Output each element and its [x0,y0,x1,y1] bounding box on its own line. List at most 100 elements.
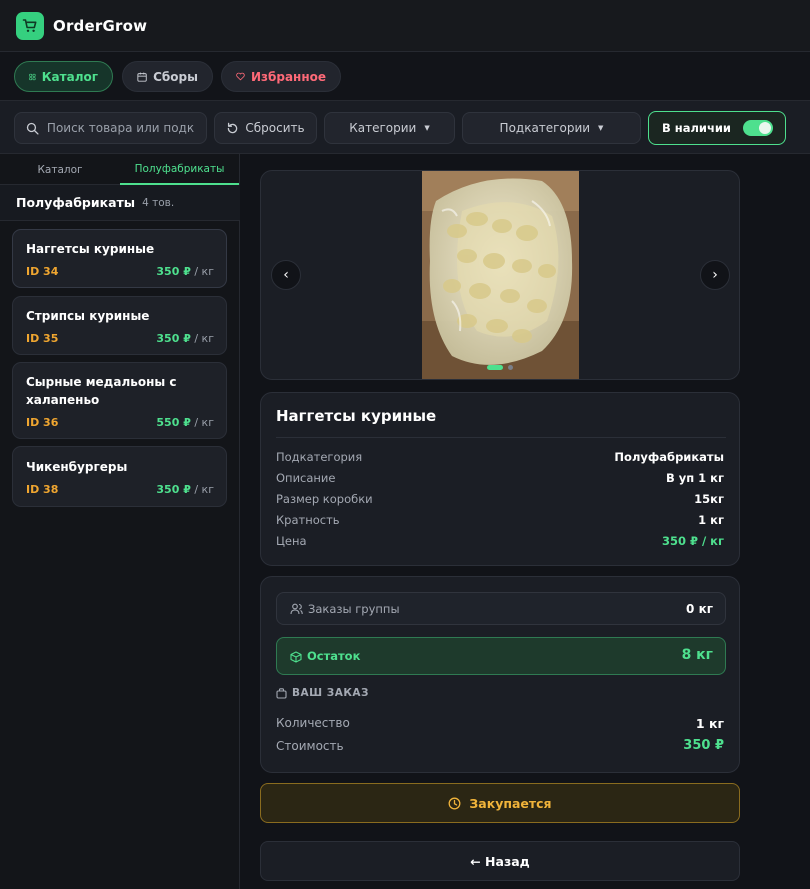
refresh-icon [228,122,238,133]
cost-label: Стоимость [276,739,344,753]
product-price-unit: / кг [194,265,214,278]
chevron-down-icon: ▼ [424,124,430,132]
chevron-right-icon: › [712,267,718,283]
users-icon [290,603,303,615]
carousel-dot-active[interactable] [487,365,503,370]
product-name: Сырные медальоны с халапеньо [26,375,177,407]
cost-value: 350 ₽ [683,738,724,753]
tab-catalog-label: Каталог [41,69,98,84]
detail-value: 15кг [694,492,724,506]
product-price-unit: / кг [194,332,214,345]
your-order-heading: ВАШ ЗАКАЗ [292,687,370,699]
bag-icon [276,688,287,699]
reset-label: Сбросить [245,121,305,135]
sidebar-tab-catalog-label: Каталог [37,163,83,176]
detail-label: Описание [276,471,336,485]
product-id: ID 35 [26,332,59,345]
group-orders-box: Заказы группы 0 кг [276,592,726,625]
clock-icon [448,797,461,809]
tab-favorites-label: Избранное [250,69,326,84]
product-card[interactable]: Сырные медальоны с халапеньо ID 36 550 ₽… [12,362,227,439]
product-price-unit: / кг [194,483,214,496]
sidebar-tab-catalog[interactable]: Каталог [0,154,120,185]
in-stock-filter[interactable]: В наличии [648,111,786,145]
divider [276,437,726,438]
calendar-icon [137,72,147,82]
cart-icon [16,11,44,40]
purchasing-button[interactable]: Закупается [260,783,740,823]
search-box[interactable] [14,112,207,144]
tab-catalog[interactable]: Каталог [14,61,113,92]
product-price-value: 350 ₽ [156,265,191,278]
detail-price-value: 350 ₽ / кг [661,534,724,548]
product-price: 350 ₽ / кг [156,332,214,345]
chevron-down-icon: ▼ [598,124,604,132]
grid-icon [29,73,36,80]
detail-label: Подкатегория [276,450,363,464]
in-stock-toggle[interactable] [743,120,773,136]
sidebar: Каталог Полуфабрикаты Полуфабрикаты 4 то… [0,154,240,889]
product-card[interactable]: Чикенбургеры ID 38 350 ₽ / кг [12,446,227,507]
tab-collections-label: Сборы [153,69,198,84]
search-icon [26,122,39,135]
product-price-value: 350 ₽ [156,483,191,496]
reset-button[interactable]: Сбросить [214,112,317,144]
product-name: Стрипсы куриные [26,309,150,323]
detail-label: Кратность [276,513,340,527]
section-count: 4 тов. [142,196,175,209]
subcategories-label: Подкатегории [499,121,591,135]
order-panel: Заказы группы 0 кг Остаток 8 кг ВАШ ЗАКА… [260,576,740,773]
section-title: Полуфабрикаты [16,195,136,210]
product-id: ID 36 [26,416,59,429]
detail-label: Размер коробки [276,492,373,506]
heart-icon [236,72,245,81]
box-icon [290,651,302,663]
carousel-dot[interactable] [508,365,513,370]
product-name: Наггетсы куриные [26,242,155,256]
product-id: ID 34 [26,265,59,278]
product-price: 350 ₽ / кг [156,265,214,278]
sidebar-tab-semifinished-label: Полуфабрикаты [134,162,225,175]
tab-favorites[interactable]: Избранное [221,61,341,92]
quantity-value: 1 кг [695,716,724,731]
product-price-value: 350 ₽ [156,332,191,345]
detail-value: В уп 1 кг [665,471,724,485]
tab-collections[interactable]: Сборы [122,61,213,92]
product-card[interactable]: Стрипсы куриные ID 35 350 ₽ / кг [12,296,227,355]
group-orders-label: Заказы группы [308,602,400,616]
sidebar-tabs: Каталог Полуфабрикаты [0,154,240,185]
back-button[interactable]: ← Назад [260,841,740,881]
product-details: Наггетсы куриные Подкатегория Полуфабрик… [260,392,740,566]
product-photo [422,171,579,379]
group-orders-value: 0 кг [686,602,713,616]
product-name: Чикенбургеры [26,460,128,474]
quantity-label: Количество [276,716,350,730]
product-price: 350 ₽ / кг [156,483,214,496]
product-card[interactable]: Наггетсы куриные ID 34 350 ₽ / кг [12,229,227,288]
purchasing-label: Закупается [469,795,552,811]
stock-label: Остаток [307,649,361,663]
product-title: Наггетсы куриные [276,407,437,425]
next-image-button[interactable]: › [700,260,730,290]
image-carousel: ‹ › [260,170,740,380]
search-input[interactable] [46,121,206,135]
back-label: ← Назад [470,853,530,869]
section-header: Полуфабрикаты 4 тов. [0,185,240,221]
product-price-unit: / кг [194,416,214,429]
detail-value: Полуфабрикаты [614,450,724,464]
product-price: 550 ₽ / кг [156,416,214,429]
product-id: ID 38 [26,483,59,496]
main-nav: Каталог Сборы Избранное [0,52,810,100]
categories-label: Категории [349,121,417,135]
app-header: OrderGrow [0,0,810,52]
filter-bar: Сбросить Категории ▼ Подкатегории ▼ В на… [0,100,810,154]
subcategories-dropdown[interactable]: Подкатегории ▼ [462,112,641,144]
prev-image-button[interactable]: ‹ [271,260,301,290]
app-title: OrderGrow [53,16,148,35]
detail-label: Цена [276,534,307,548]
categories-dropdown[interactable]: Категории ▼ [324,112,455,144]
stock-box: Остаток 8 кг [276,637,726,675]
product-price-value: 550 ₽ [156,416,191,429]
sidebar-tab-semifinished[interactable]: Полуфабрикаты [120,154,239,185]
detail-value: 1 кг [698,513,724,527]
